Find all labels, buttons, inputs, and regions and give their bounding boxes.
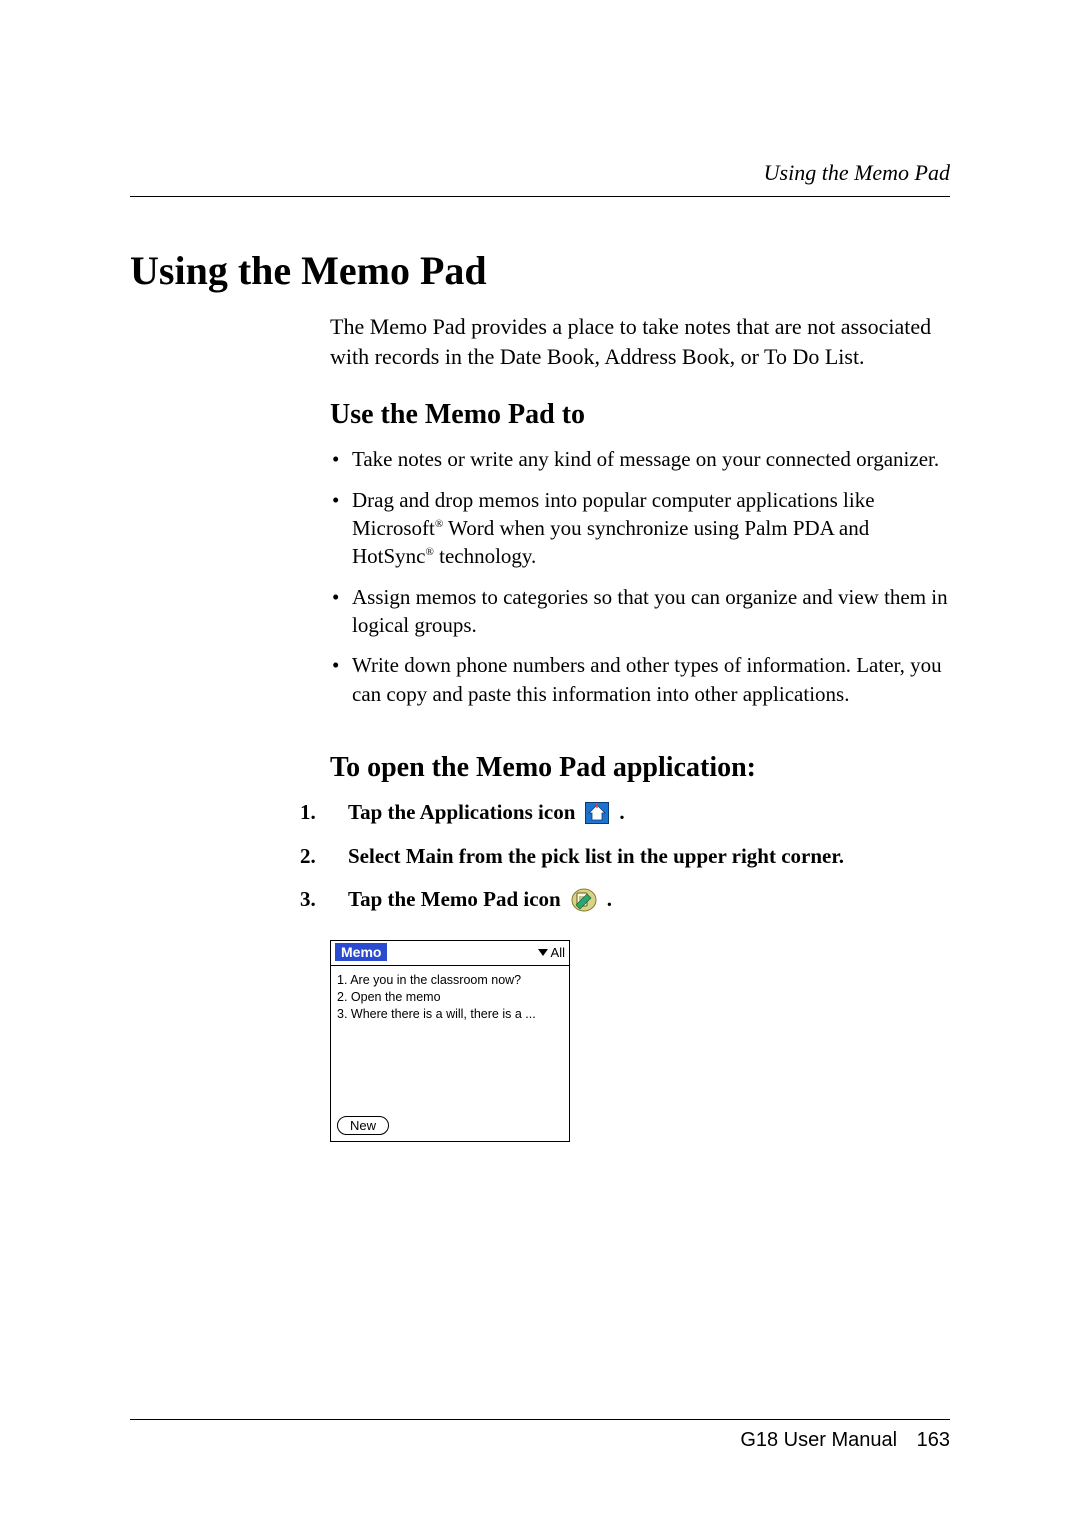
registered-mark: ® [426,546,434,558]
memo-row[interactable]: 1. Are you in the classroom now? [337,972,563,989]
step-period: . [607,885,612,914]
section-heading-open: To open the Memo Pad application: [330,752,950,784]
list-item: Drag and drop memos into popular compute… [352,486,950,571]
footer-rule [130,1419,950,1420]
step-number: 3. [300,885,338,914]
section-heading-uses: Use the Memo Pad to [330,399,950,431]
header-rule [130,196,950,197]
step-number: 2. [300,842,338,871]
step-period: . [619,798,624,827]
step-item: 2. Select Main from the pick list in the… [300,842,950,871]
applications-icon [585,802,609,824]
registered-mark: ® [435,518,443,530]
memo-titlebar: Memo All [331,941,569,963]
step-number: 1. [300,798,338,827]
memo-button-row: New [331,1110,569,1141]
list-item: Take notes or write any kind of message … [352,445,950,473]
body-column: The Memo Pad provides a place to take no… [330,312,950,784]
list-item: Write down phone numbers and other types… [352,651,950,708]
new-button[interactable]: New [337,1116,389,1135]
step-text: Tap the Applications icon [348,798,575,827]
memo-app-title: Memo [335,943,387,961]
step-text: Tap the Memo Pad icon [348,885,561,914]
manual-page: Using the Memo Pad Using the Memo Pad Th… [0,0,1080,1528]
step-item: 1. Tap the Applications icon . [300,798,950,827]
use-bullet-list: Take notes or write any kind of message … [330,445,950,708]
running-header: Using the Memo Pad [130,160,950,186]
list-item-text: technology. [434,544,536,568]
divider [331,965,569,966]
steps-list: 1. Tap the Applications icon . 2. Select… [300,798,950,914]
memo-list: 1. Are you in the classroom now? 2. Open… [331,970,569,1110]
manual-title: G18 User Manual [740,1429,897,1451]
page-number: 163 [917,1429,950,1451]
memo-pad-icon [571,888,597,912]
page-title: Using the Memo Pad [130,247,950,294]
list-item: Assign memos to categories so that you c… [352,583,950,640]
page-footer: G18 User Manual 163 [740,1429,950,1452]
memo-row[interactable]: 3. Where there is a will, there is a ... [337,1006,563,1023]
step-text: Select Main from the pick list in the up… [348,842,844,871]
memo-row[interactable]: 2. Open the memo [337,989,563,1006]
dropdown-triangle-icon [538,949,548,956]
step-item: 3. Tap the Memo Pad icon . [300,885,950,914]
intro-paragraph: The Memo Pad provides a place to take no… [330,312,950,371]
memo-app-screenshot: Memo All 1. Are you in the classroom now… [330,940,570,1142]
category-picklist[interactable]: All [538,945,565,960]
picklist-label: All [551,945,565,960]
